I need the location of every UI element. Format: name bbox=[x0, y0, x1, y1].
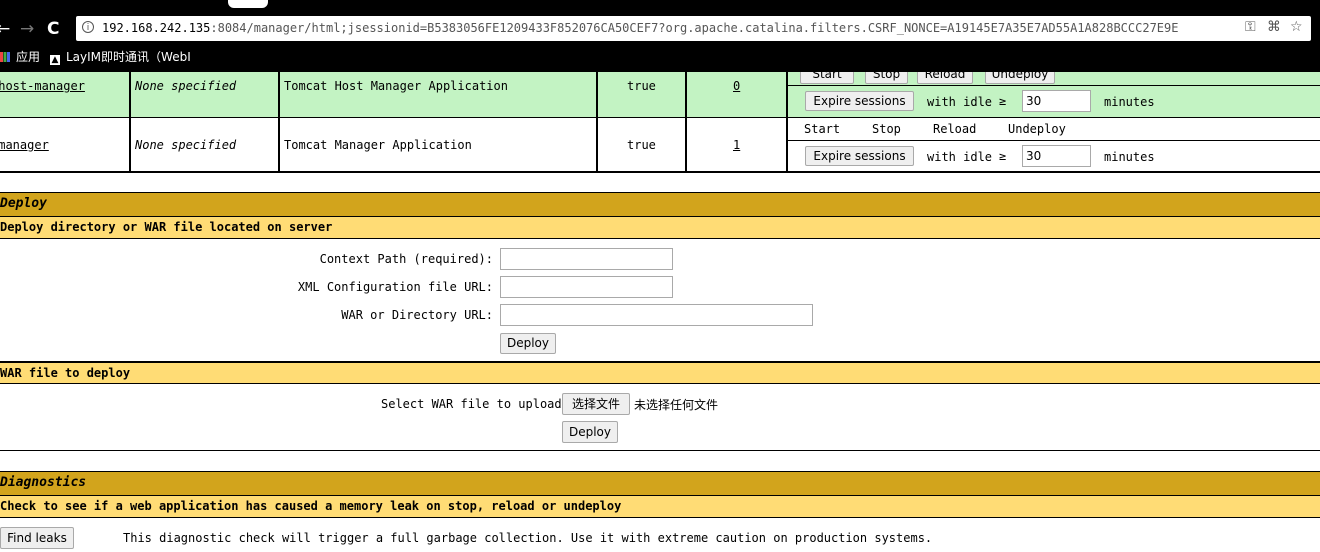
context-path-input[interactable] bbox=[500, 248, 673, 270]
idle-minutes-input[interactable]: 30 bbox=[1022, 90, 1091, 112]
bookmark-star-icon[interactable]: ☆ bbox=[1290, 19, 1303, 35]
apps-grid-icon bbox=[0, 52, 10, 62]
undeploy-command-text: Undeploy bbox=[1008, 122, 1066, 136]
row-divider bbox=[0, 117, 1320, 118]
app-sessions-link[interactable]: 0 bbox=[733, 79, 740, 93]
section-divider bbox=[0, 450, 1320, 451]
war-upload-subtitle-bar: WAR file to deploy bbox=[0, 362, 1320, 384]
column-divider bbox=[129, 72, 131, 172]
idle-operator: ≥ bbox=[999, 149, 1007, 163]
key-icon[interactable]: ⚿ bbox=[1245, 19, 1256, 35]
deploy-server-button[interactable]: Deploy bbox=[500, 333, 556, 354]
context-path-label: Context Path (required): bbox=[319, 252, 493, 266]
diagnostics-subtitle: Check to see if a web application has ca… bbox=[0, 499, 622, 513]
expire-sessions-button[interactable]: Expire sessions bbox=[805, 91, 914, 111]
idle-label: with idle bbox=[927, 95, 993, 109]
expire-sessions-button[interactable]: Expire sessions bbox=[805, 146, 914, 166]
undeploy-button[interactable]: Undeploy bbox=[985, 72, 1055, 84]
app-sessions-link[interactable]: 1 bbox=[733, 138, 740, 152]
idle-operator: ≥ bbox=[999, 94, 1007, 108]
translate-icon[interactable]: ⌘ bbox=[1267, 19, 1281, 35]
start-command-text: Start bbox=[804, 122, 841, 136]
info-icon[interactable]: i bbox=[82, 21, 94, 33]
stop-button[interactable]: Stop bbox=[865, 72, 908, 84]
app-version: None specified bbox=[135, 79, 237, 93]
diagnostics-subtitle-bar: Check to see if a web application has ca… bbox=[0, 496, 1320, 518]
xml-config-input[interactable] bbox=[500, 276, 673, 298]
browser-tab[interactable] bbox=[228, 0, 268, 8]
cell-divider bbox=[786, 140, 1320, 141]
address-bar[interactable]: i 192.168.242.135:8084/manager/html;jses… bbox=[76, 16, 1311, 41]
diagnostics-description: This diagnostic check will trigger a ful… bbox=[123, 531, 933, 545]
back-button[interactable]: ← bbox=[0, 20, 10, 38]
layim-icon: ▲ bbox=[50, 55, 60, 65]
war-dir-url-label: WAR or Directory URL: bbox=[341, 308, 493, 322]
deploy-upload-button[interactable]: Deploy bbox=[562, 421, 618, 443]
browser-chrome: ← → C i 192.168.242.135:8084/manager/htm… bbox=[0, 0, 1320, 72]
column-divider bbox=[786, 72, 788, 172]
minutes-label: minutes bbox=[1104, 150, 1155, 164]
diagnostics-title: Diagnostics bbox=[0, 475, 87, 490]
idle-label: with idle bbox=[927, 150, 993, 164]
war-dir-url-input[interactable] bbox=[500, 304, 813, 326]
idle-minutes-input[interactable]: 30 bbox=[1022, 145, 1091, 167]
stop-command-text: Stop bbox=[872, 122, 901, 136]
reload-app-button[interactable]: Reload bbox=[917, 72, 973, 84]
url-host: 192.168.242.135 bbox=[102, 21, 211, 35]
reload-command-text: Reload bbox=[933, 122, 977, 136]
app-running: true bbox=[627, 138, 656, 152]
app-display-name: Tomcat Host Manager Application bbox=[284, 79, 508, 93]
deploy-section-title: Deploy bbox=[0, 192, 1320, 217]
bookmark-apps[interactable]: 应用 bbox=[0, 48, 40, 65]
url-rest: :8084/manager/html;jsessionid=B5383056FE… bbox=[210, 21, 1179, 35]
diagnostics-section-title: Diagnostics bbox=[0, 471, 1320, 496]
column-divider bbox=[596, 72, 598, 172]
cell-divider bbox=[786, 85, 1320, 86]
app-running: true bbox=[627, 79, 656, 93]
forward-button[interactable]: → bbox=[20, 20, 34, 38]
reload-button[interactable]: C bbox=[47, 20, 59, 38]
row-divider bbox=[0, 171, 1320, 173]
column-divider bbox=[278, 72, 280, 172]
choose-file-button[interactable]: 选择文件 bbox=[562, 393, 630, 415]
deploy-server-subtitle: Deploy directory or WAR file located on … bbox=[0, 220, 333, 234]
url-text[interactable]: 192.168.242.135:8084/manager/html;jsessi… bbox=[102, 21, 1178, 35]
xml-config-label: XML Configuration file URL: bbox=[297, 280, 493, 294]
no-file-chosen-text: 未选择任何文件 bbox=[634, 398, 719, 412]
start-button[interactable]: Start bbox=[800, 72, 854, 84]
column-divider bbox=[685, 72, 687, 172]
deploy-title: Deploy bbox=[0, 196, 47, 211]
bookmark-layim[interactable]: ▲ LayIM即时通讯（WebI bbox=[50, 48, 191, 65]
manager-page: /host-manager None specified Tomcat Host… bbox=[0, 72, 1320, 552]
deploy-server-subtitle-bar: Deploy directory or WAR file located on … bbox=[0, 217, 1320, 239]
app-display-name: Tomcat Manager Application bbox=[284, 138, 472, 152]
app-path-link[interactable]: /host-manager bbox=[0, 79, 85, 93]
war-upload-subtitle: WAR file to deploy bbox=[0, 366, 131, 380]
select-war-label: Select WAR file to upload bbox=[381, 397, 562, 411]
minutes-label: minutes bbox=[1104, 95, 1155, 109]
find-leaks-button[interactable]: Find leaks bbox=[0, 527, 74, 549]
app-path-link[interactable]: /manager bbox=[0, 138, 49, 152]
app-version: None specified bbox=[135, 138, 237, 152]
